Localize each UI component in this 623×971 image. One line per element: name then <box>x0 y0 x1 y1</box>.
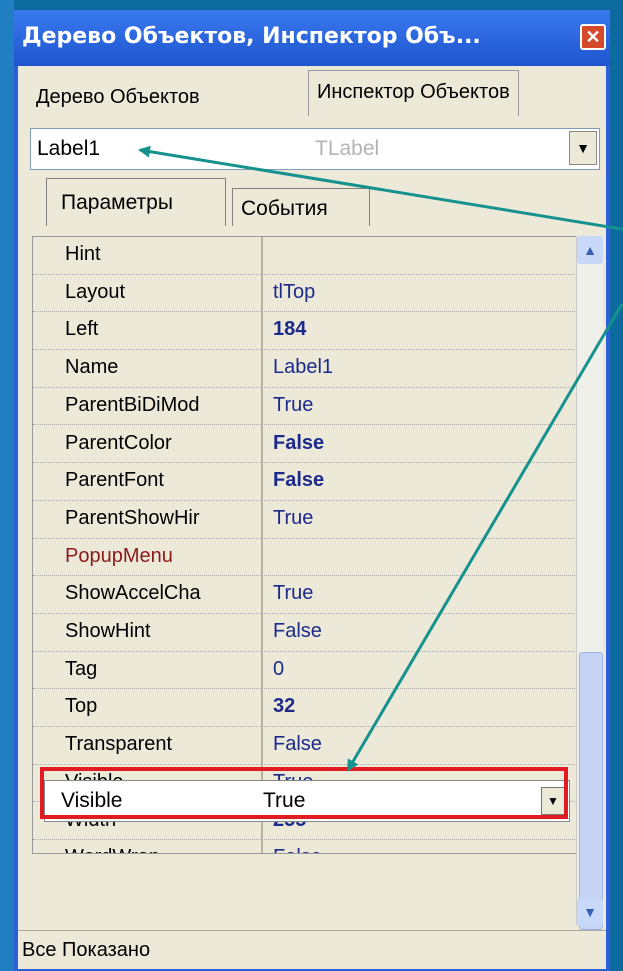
property-row[interactable]: Hint <box>33 237 577 275</box>
status-bar: Все Показано <box>18 930 606 969</box>
property-value[interactable]: tlTop <box>273 281 315 304</box>
property-row[interactable]: Name Label1 <box>33 350 577 388</box>
property-value[interactable]: 0 <box>273 658 284 681</box>
property-name: ParentColor <box>65 431 172 454</box>
selected-object-class: TLabel <box>315 137 380 160</box>
close-icon[interactable]: ✕ <box>580 24 606 50</box>
chevron-down-icon[interactable]: ▼ <box>569 131 597 165</box>
tab-object-inspector[interactable]: Инспектор Объектов <box>308 70 519 116</box>
property-name: Top <box>65 695 98 718</box>
property-name: Hint <box>65 243 101 265</box>
status-text: Все Показано <box>22 939 151 961</box>
tab-parameters[interactable]: Параметры <box>46 178 226 226</box>
property-row[interactable]: Left 184 <box>33 312 577 351</box>
tab-object-tree[interactable]: Дерево Объектов <box>28 80 208 116</box>
property-value[interactable]: False <box>273 733 322 756</box>
property-row[interactable]: ParentBiDiMod True <box>33 388 577 426</box>
title-bar[interactable]: Дерево Объектов, Инспектор Объ... ✕ <box>14 10 610 66</box>
property-row[interactable]: ParentShowHir True <box>33 501 577 539</box>
property-value[interactable]: 32 <box>273 695 295 718</box>
property-row[interactable]: Layout tlTop <box>33 275 577 313</box>
object-inspector-window: Дерево Объектов, Инспектор Объ... ✕ Дере… <box>14 10 610 971</box>
selected-object-name: Label1 <box>37 137 101 160</box>
property-row[interactable]: Top 32 <box>33 689 577 728</box>
property-name: Tag <box>65 657 98 680</box>
property-value[interactable]: True <box>273 507 313 530</box>
property-name: ShowAccelCha <box>65 582 201 605</box>
top-tabs: Дерево Объектов Инспектор Объектов <box>18 66 606 118</box>
property-row[interactable]: ParentFont False <box>33 463 577 501</box>
window-title: Дерево Объектов, Инспектор Объ... <box>22 24 481 49</box>
object-selector[interactable]: Label1 TLabel ▼ <box>30 128 600 170</box>
property-name: Left <box>65 318 99 341</box>
property-row[interactable]: Tag 0 <box>33 652 577 690</box>
property-row[interactable]: ShowHint False <box>33 614 577 652</box>
property-value[interactable]: True <box>273 394 313 417</box>
property-name: Transparent <box>65 733 173 756</box>
property-name: ParentFont <box>65 469 164 492</box>
highlight-frame <box>40 767 568 819</box>
scroll-up-icon[interactable]: ▲ <box>577 236 603 264</box>
property-name: ParentBiDiMod <box>65 393 200 416</box>
property-value[interactable]: 184 <box>273 318 306 341</box>
property-row[interactable]: PopupMenu <box>33 539 577 577</box>
property-row[interactable]: WordWrap False <box>33 840 577 853</box>
property-value[interactable]: False <box>273 620 322 643</box>
property-name: WordWrap <box>65 846 269 853</box>
property-value[interactable]: Label1 <box>273 356 333 379</box>
property-row[interactable]: ParentColor False <box>33 426 577 464</box>
scroll-thumb[interactable] <box>579 652 603 930</box>
property-value[interactable]: False <box>273 846 322 853</box>
property-row[interactable]: ShowAccelCha True <box>33 576 577 614</box>
property-value[interactable]: False <box>273 432 324 455</box>
property-name: Name <box>65 356 119 379</box>
scroll-down-icon[interactable]: ▼ <box>577 898 603 926</box>
tab-events[interactable]: События <box>232 188 370 226</box>
property-row[interactable]: Transparent False <box>33 727 577 765</box>
property-name: Layout <box>65 280 126 303</box>
vertical-scrollbar[interactable]: ▲ ▼ <box>576 236 603 930</box>
property-name: ShowHint <box>65 620 151 642</box>
left-backdrop <box>0 0 14 971</box>
window-client: Дерево Объектов Инспектор Объектов Label… <box>18 66 606 969</box>
property-value[interactable]: True <box>273 582 313 605</box>
property-name: ParentShowHir <box>65 506 200 529</box>
property-name: PopupMenu <box>65 544 173 567</box>
property-grid: Hint Layout tlTop Left 184 Name Label1 ParentBi… <box>32 236 578 854</box>
property-value[interactable]: False <box>273 469 324 492</box>
